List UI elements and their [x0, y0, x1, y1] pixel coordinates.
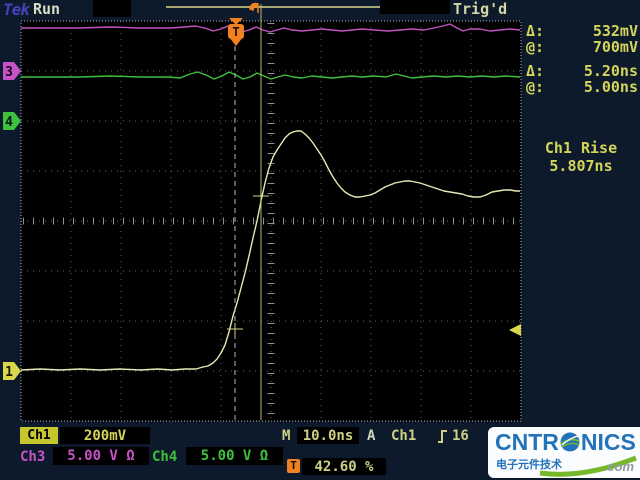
delta-symbol: Δ:	[526, 22, 545, 40]
tek-logo: Tek	[3, 0, 30, 19]
ch3-label[interactable]: Ch3	[20, 449, 45, 465]
cursor-delta-t: Δ: 5.20ns	[526, 62, 638, 80]
acquisition-status: Run	[33, 0, 61, 18]
record-view-trigger-marker	[249, 2, 259, 13]
logo-domain: .com	[603, 459, 634, 474]
measurement-value: 5.807ns	[549, 157, 613, 175]
ch4-scale-box: 5.00 V Ω	[186, 447, 283, 465]
delta-symbol-2: Δ:	[526, 62, 545, 80]
trigger-a-label: A	[367, 428, 376, 444]
at-symbol: @:	[526, 38, 545, 56]
measurement-panel: Ch1 Rise 5.807ns	[522, 139, 640, 175]
measurement-source: Ch1 Rise	[544, 139, 618, 157]
timebase-label: M	[282, 428, 291, 444]
ch4-scale-text: 5.00 V Ω	[200, 448, 269, 464]
trigger-position-value: 42.60 %	[314, 458, 374, 475]
channel-marker-ch4[interactable]: 4	[3, 112, 21, 130]
ch3-scale-text: 5.00 V Ω	[67, 448, 135, 464]
ch1-scale-value: 200mV	[60, 427, 150, 444]
at-v-value: 700mV	[592, 38, 638, 56]
trigger-position-icon: T	[287, 459, 300, 473]
cursor-at-v: @: 700mV	[526, 38, 638, 56]
timebase-value-box: 10.0ns	[297, 427, 359, 444]
trigger-badge-letter: T	[232, 25, 239, 39]
globe-icon	[560, 432, 580, 452]
channel-marker-ch3-digit: 3	[5, 65, 13, 80]
ch4-label[interactable]: Ch4	[152, 449, 177, 465]
logo-tagline: 电子元件技术	[496, 459, 562, 471]
ch1-scale-text: 200mV	[83, 427, 127, 444]
cursor-at-t: @: 5.00ns	[526, 78, 638, 96]
brand-name: CNTR NICS	[495, 429, 636, 455]
delta-v-value: 532mV	[592, 22, 638, 40]
channel-marker-ch4-digit: 4	[5, 115, 13, 130]
brand-left: CNTR	[495, 429, 559, 455]
timebase-value: 10.0ns	[302, 427, 354, 444]
rising-edge-icon	[438, 430, 447, 443]
channel-marker-ch1[interactable]: 1	[3, 362, 21, 380]
ch3-scale-box: 5.00 V Ω	[53, 447, 149, 465]
channel-marker-ch3[interactable]: 3	[3, 62, 21, 80]
brand-right: NICS	[580, 429, 636, 455]
cntronics-watermark: CNTR NICS 电子元件技术 .com	[488, 427, 640, 478]
trigger-source-label: Ch1	[391, 428, 417, 444]
at-t-value: 5.00ns	[583, 78, 638, 96]
trigger-level-value: 16	[452, 428, 469, 444]
at-symbol-2: @:	[526, 78, 545, 96]
cursor-delta-v: Δ: 532mV	[526, 22, 638, 40]
ch1-scale-badge[interactable]: Ch1	[20, 427, 58, 444]
delta-t-value: 5.20ns	[583, 62, 638, 80]
channel-marker-ch1-digit: 1	[5, 365, 13, 380]
oscilloscope-screen: { "header": { "logo": "Tek", "acq_status…	[0, 0, 640, 480]
cursor-readout-panel: Δ: 532mV @: 700mV Δ: 5.20ns @: 5.00ns	[526, 22, 638, 96]
trigger-status: Trig'd	[453, 0, 508, 18]
trigger-position-box: 42.60 %	[302, 458, 386, 475]
